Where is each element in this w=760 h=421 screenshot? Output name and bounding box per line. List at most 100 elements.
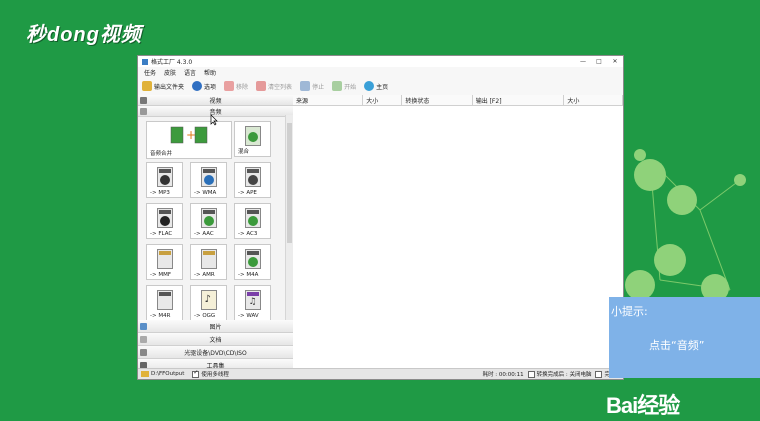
output-path[interactable]: D:\FFOutput bbox=[151, 371, 184, 377]
home-label: 主页 bbox=[376, 83, 389, 91]
ogg-icon: ♪ bbox=[200, 290, 217, 310]
window-title: 格式工厂 4.3.0 bbox=[151, 59, 193, 66]
stop-button[interactable]: 停止 bbox=[300, 81, 324, 91]
options-button[interactable]: 选项 bbox=[192, 81, 216, 91]
toolbar: 输出文件夹 选项 移除 清空列表 停止 开始 主页 bbox=[138, 77, 623, 96]
menu-language[interactable]: 语言 bbox=[184, 68, 196, 77]
category-picture-label: 图片 bbox=[209, 323, 222, 331]
options-icon bbox=[192, 81, 203, 91]
category-video[interactable]: 视频 bbox=[138, 95, 293, 106]
baidu-jingyan-watermark: Bai经验 bbox=[606, 388, 680, 420]
start-label: 开始 bbox=[344, 83, 357, 91]
mouse-cursor-icon bbox=[210, 114, 218, 126]
folder-icon bbox=[142, 81, 152, 91]
amr-icon bbox=[200, 249, 217, 269]
column-source[interactable]: 来源 bbox=[293, 95, 364, 105]
category-document[interactable]: 文档 bbox=[138, 333, 293, 346]
column-output-size[interactable]: 大小 bbox=[564, 95, 624, 105]
to-ac3-label: -> AC3 bbox=[238, 231, 258, 237]
menu-help[interactable]: 帮助 bbox=[204, 68, 216, 77]
minimize-button[interactable]: — bbox=[575, 56, 591, 67]
to-ape-label: -> APE bbox=[238, 190, 257, 196]
status-bar: D:\FFOutput 使用多线程 耗时 : 00:00:11 转换完成后 : … bbox=[138, 368, 623, 379]
category-document-label: 文档 bbox=[209, 336, 222, 344]
multithread-label: 使用多线程 bbox=[201, 372, 229, 378]
aac-icon bbox=[200, 208, 217, 228]
to-ape-tile[interactable]: -> APE bbox=[234, 162, 271, 198]
clear-list-icon bbox=[256, 81, 267, 91]
maximize-button[interactable]: □ bbox=[591, 56, 607, 67]
m4r-icon bbox=[156, 290, 173, 310]
tip-heading: 小提示: bbox=[611, 305, 648, 318]
audio-merge-tile[interactable]: + 音频合并 bbox=[146, 121, 232, 159]
after-convert-checkbox[interactable] bbox=[527, 370, 535, 378]
to-mp3-tile[interactable]: -> MP3 bbox=[146, 162, 183, 198]
to-wav-tile[interactable]: ♫ -> WAV bbox=[234, 285, 271, 320]
to-mmf-label: -> MMF bbox=[150, 272, 171, 278]
category-scrollbar[interactable] bbox=[285, 115, 293, 320]
watermark-text: Bai经验 bbox=[606, 393, 680, 418]
ape-icon bbox=[244, 167, 261, 187]
to-wma-tile[interactable]: -> WMA bbox=[190, 162, 227, 198]
remove-label: 移除 bbox=[236, 83, 249, 91]
to-ac3-tile[interactable]: -> AC3 bbox=[234, 203, 271, 239]
to-aac-tile[interactable]: -> AAC bbox=[190, 203, 227, 239]
to-m4a-tile[interactable]: -> M4A bbox=[234, 244, 271, 280]
clear-list-button[interactable]: 清空列表 bbox=[256, 81, 292, 91]
to-amr-label: -> AMR bbox=[194, 272, 215, 278]
category-optical-label: 光驱设备\DVD\CD\ISO bbox=[184, 349, 247, 357]
to-flac-tile[interactable]: -> FLAC bbox=[146, 203, 183, 239]
menu-bar: 任务 皮肤 语言 帮助 bbox=[138, 67, 623, 77]
task-list-panel: 来源 大小 转换状态 输出 [F2] 大小 bbox=[293, 95, 624, 370]
to-mmf-tile[interactable]: -> MMF bbox=[146, 244, 183, 280]
column-status[interactable]: 转换状态 bbox=[402, 95, 473, 105]
remove-button[interactable]: 移除 bbox=[224, 81, 248, 91]
app-icon bbox=[142, 58, 148, 65]
category-video-label: 视频 bbox=[209, 97, 222, 105]
to-m4r-label: -> M4R bbox=[150, 313, 171, 319]
m4a-icon bbox=[244, 249, 261, 269]
audio-tools-grid: + 音频合并 混合 -> MP3 -> WMA -> APE -> FLAC -… bbox=[138, 115, 285, 320]
to-aac-label: -> AAC bbox=[194, 231, 214, 237]
audio-merge-label: 音频合并 bbox=[150, 151, 173, 157]
audio-mix-tile[interactable]: 混合 bbox=[234, 121, 271, 157]
title-bar: 格式工厂 4.3.0 — □ ✕ bbox=[138, 56, 623, 67]
output-folder-button[interactable]: 输出文件夹 bbox=[142, 81, 184, 91]
category-picture[interactable]: 图片 bbox=[138, 320, 293, 333]
to-ogg-tile[interactable]: ♪ -> OGG bbox=[190, 285, 227, 320]
menu-skin[interactable]: 皮肤 bbox=[164, 68, 176, 77]
start-button[interactable]: 开始 bbox=[332, 81, 356, 91]
wav-icon: ♫ bbox=[244, 290, 261, 310]
start-icon bbox=[332, 81, 343, 91]
scrollbar-thumb[interactable] bbox=[287, 123, 292, 243]
to-m4r-tile[interactable]: -> M4R bbox=[146, 285, 183, 320]
multithread-checkbox[interactable] bbox=[192, 369, 200, 378]
home-button[interactable]: 主页 bbox=[364, 81, 388, 91]
ac3-icon bbox=[244, 208, 261, 228]
to-wav-label: -> WAV bbox=[238, 313, 259, 319]
column-output[interactable]: 输出 [F2] bbox=[473, 95, 565, 105]
category-panel: 视频 音频 + 音频合并 混合 -> MP3 -> WMA -> APE -> … bbox=[138, 95, 294, 372]
to-wma-label: -> WMA bbox=[194, 190, 217, 196]
to-mp3-label: -> MP3 bbox=[150, 190, 170, 196]
mix-icon bbox=[244, 126, 261, 146]
to-amr-tile[interactable]: -> AMR bbox=[190, 244, 227, 280]
done-notice-checkbox[interactable] bbox=[595, 370, 603, 378]
tip-box: 小提示: 点击“音频” bbox=[609, 297, 760, 378]
clear-list-label: 清空列表 bbox=[268, 83, 293, 91]
task-list-header: 来源 大小 转换状态 输出 [F2] 大小 bbox=[293, 95, 624, 106]
close-button[interactable]: ✕ bbox=[607, 56, 623, 67]
merge-icon: + bbox=[169, 126, 209, 144]
flac-icon bbox=[156, 208, 173, 228]
svg-text:+: + bbox=[186, 128, 196, 142]
column-size[interactable]: 大小 bbox=[363, 95, 403, 105]
category-optical-drive[interactable]: 光驱设备\DVD\CD\ISO bbox=[138, 346, 293, 359]
stop-icon bbox=[300, 81, 311, 91]
stop-label: 停止 bbox=[312, 83, 325, 91]
to-flac-label: -> FLAC bbox=[150, 231, 173, 237]
to-ogg-label: -> OGG bbox=[194, 313, 216, 319]
format-factory-window: 格式工厂 4.3.0 — □ ✕ 任务 皮肤 语言 帮助 输出文件夹 选项 移除… bbox=[137, 55, 624, 380]
elapsed-time: 耗时 : 00:00:11 bbox=[482, 372, 524, 378]
bottom-categories: 图片 文档 光驱设备\DVD\CD\ISO 工具集 bbox=[138, 320, 293, 372]
menu-task[interactable]: 任务 bbox=[144, 68, 156, 77]
